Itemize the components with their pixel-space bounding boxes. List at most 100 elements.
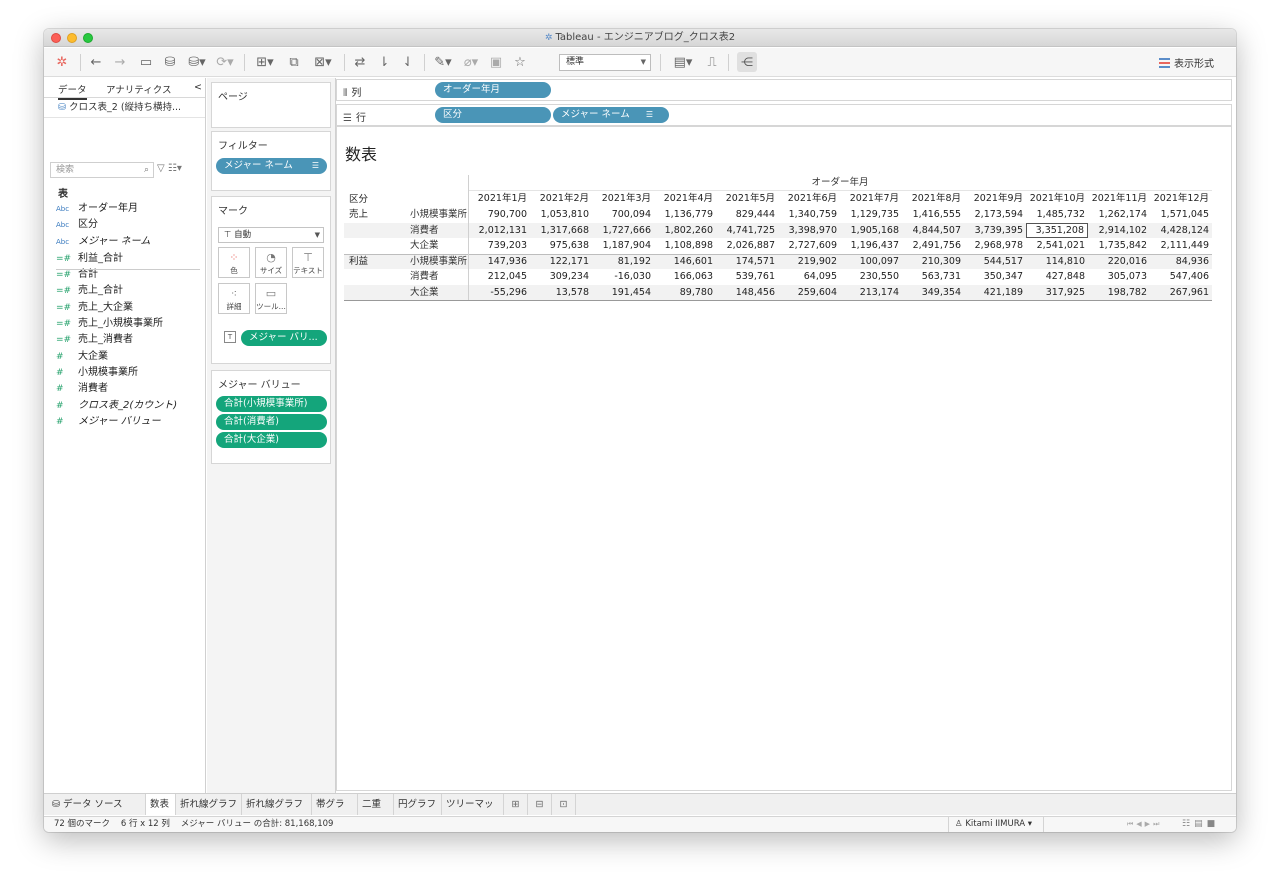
table-cell[interactable]: 219,902 — [778, 254, 840, 270]
table-cell[interactable]: 739,203 — [468, 238, 530, 254]
table-cell[interactable]: 147,936 — [468, 254, 530, 270]
filter-icon[interactable]: ▽ — [157, 163, 165, 174]
field-item[interactable]: =# 売上_小規模事業所 — [56, 316, 201, 332]
table-cell[interactable]: 64,095 — [778, 269, 840, 285]
mv-pill[interactable]: 合計(消費者) — [216, 414, 327, 430]
table-cell[interactable]: 1,129,735 — [840, 207, 902, 223]
field-item[interactable]: Abc 区分 — [56, 217, 201, 233]
size-button[interactable]: ◔ サイズ — [255, 247, 287, 278]
table-cell[interactable]: 4,741,725 — [716, 223, 778, 239]
undo-icon[interactable]: ← — [86, 53, 106, 72]
table-cell[interactable]: 317,925 — [1026, 285, 1088, 301]
maximize-window-button[interactable] — [83, 33, 93, 43]
table-cell[interactable]: 148,456 — [716, 285, 778, 301]
group-members-icon[interactable]: ⌀▾ — [458, 53, 484, 72]
measure-values-card[interactable]: メジャー バリュー 合計(小規模事業所) 合計(消費者) 合計(大企業) — [211, 370, 331, 464]
field-item[interactable]: =# 売上_合計 — [56, 283, 201, 299]
month-header[interactable]: 2021年9月 — [964, 191, 1026, 206]
filters-card[interactable]: フィルター メジャー ネーム ☰ — [211, 131, 331, 191]
pause-updates-icon[interactable]: ⛁▾ — [184, 53, 210, 72]
sheet-tab[interactable]: 二重軸 — [358, 794, 394, 831]
table-cell[interactable]: -55,296 — [468, 285, 530, 301]
fix-axes-icon[interactable]: ☆ — [510, 53, 530, 72]
table-cell[interactable]: 122,171 — [530, 254, 592, 270]
color-button[interactable]: ⁘ 色 — [218, 247, 250, 278]
refresh-icon[interactable]: ⟳▾ — [212, 53, 238, 72]
table-cell[interactable]: 349,354 — [902, 285, 964, 301]
presentation-mode-icon[interactable]: ⎍ — [702, 53, 722, 72]
show-me-button[interactable]: 表示形式 — [1159, 55, 1214, 70]
new-worksheet-icon[interactable]: ⊞ — [504, 794, 528, 815]
minimize-window-button[interactable] — [67, 33, 77, 43]
table-cell[interactable]: 2,968,978 — [964, 238, 1026, 254]
viz-area[interactable]: 数表 オーダー年月 区分 2021年1月 2021年2月 2021年3月 2021年4… — [336, 126, 1232, 791]
close-window-button[interactable] — [51, 33, 61, 43]
table-cell[interactable]: 210,309 — [902, 254, 964, 270]
table-cell[interactable]: 544,517 — [964, 254, 1026, 270]
field-item[interactable]: # 消費者 — [56, 381, 201, 397]
sheet-tab[interactable]: ツリーマップ — [442, 794, 504, 831]
tab-data-source[interactable]: ⛁ データ ソース — [48, 794, 146, 815]
columns-shelf[interactable]: ⦀ 列 オーダー年月 — [336, 79, 1232, 101]
marks-pill-measure-values[interactable]: メジャー バリ... — [241, 330, 327, 346]
table-cell[interactable]: 2,727,609 — [778, 238, 840, 254]
detail-button[interactable]: ⁖ 詳細 — [218, 283, 250, 314]
table-cell[interactable]: 547,406 — [1150, 269, 1212, 285]
datasource-item[interactable]: ⛁ クロス表_2 (縦持ち横持... — [44, 98, 205, 118]
table-cell[interactable]: 563,731 — [902, 269, 964, 285]
row-measure-label[interactable]: 消費者 — [410, 223, 439, 239]
sheet-tab[interactable]: 折れ線グラフ_2 — [242, 794, 312, 831]
table-cell[interactable]: 421,189 — [964, 285, 1026, 301]
table-cell[interactable]: 2,491,756 — [902, 238, 964, 254]
tableau-start-icon[interactable]: ✲ — [52, 53, 72, 72]
month-header[interactable]: 2021年4月 — [654, 191, 716, 206]
mv-pill[interactable]: 合計(大企業) — [216, 432, 327, 448]
table-cell[interactable]: 1,196,437 — [840, 238, 902, 254]
marks-card[interactable]: マーク ⊤ 自動 ▼ ⁘ 色 ◔ サイズ ⊤ テキスト ⁖ 詳細 ▭ ツール... T メジ… — [211, 196, 331, 364]
table-cell[interactable]: 1,340,759 — [778, 207, 840, 223]
table-cell[interactable]: 100,097 — [840, 254, 902, 270]
table-cell[interactable]: 267,961 — [1150, 285, 1212, 301]
table-cell[interactable]: 790,700 — [468, 207, 530, 223]
month-header[interactable]: 2021年8月 — [902, 191, 964, 206]
table-cell[interactable]: 1,262,174 — [1088, 207, 1150, 223]
rows-shelf[interactable]: ☰ 行 区分 メジャー ネーム ☰ — [336, 104, 1232, 126]
table-cell[interactable]: 1,317,668 — [530, 223, 592, 239]
sort-ascending-icon[interactable]: ⇂ — [374, 53, 394, 72]
table-cell[interactable]: 700,094 — [592, 207, 654, 223]
table-cell[interactable]: 212,045 — [468, 269, 530, 285]
table-cell[interactable]: 4,844,507 — [902, 223, 964, 239]
row-measure-label[interactable]: 大企業 — [410, 238, 439, 254]
row-measure-label[interactable]: 小規模事業所 — [410, 207, 467, 223]
table-cell[interactable]: 3,398,970 — [778, 223, 840, 239]
table-cell[interactable]: -16,030 — [592, 269, 654, 285]
table-cell[interactable]: 174,571 — [716, 254, 778, 270]
show-cards-icon[interactable]: ▤▾ — [668, 53, 698, 72]
table-cell[interactable]: 2,012,131 — [468, 223, 530, 239]
duplicate-sheet-icon[interactable]: ⧉ — [284, 53, 304, 72]
table-cell[interactable]: 114,810 — [1026, 254, 1088, 270]
table-cell[interactable]: 975,638 — [530, 238, 592, 254]
month-header[interactable]: 2021年6月 — [778, 191, 840, 206]
table-cell[interactable]: 3,351,208 — [1026, 222, 1088, 238]
fit-select[interactable]: 標準 ▼ — [559, 54, 651, 71]
table-cell[interactable]: 350,347 — [964, 269, 1026, 285]
table-cell[interactable]: 427,848 — [1026, 269, 1088, 285]
columns-pill-order-month[interactable]: オーダー年月 — [435, 82, 551, 98]
month-header[interactable]: 2021年11月 — [1088, 191, 1150, 206]
user-menu[interactable]: ♙ Kitami IIMURA ▾ — [948, 817, 1044, 832]
table-cell[interactable]: 220,016 — [1088, 254, 1150, 270]
field-item[interactable]: =# 売上_消費者 — [56, 332, 201, 348]
table-cell[interactable]: 230,550 — [840, 269, 902, 285]
view-toggle-icons[interactable]: ☷▤■ — [1182, 817, 1219, 832]
table-cell[interactable]: 1,416,555 — [902, 207, 964, 223]
sheet-tab[interactable]: 帯グラフ — [312, 794, 358, 831]
table-cell[interactable]: 3,739,395 — [964, 223, 1026, 239]
table-cell[interactable]: 1,108,898 — [654, 238, 716, 254]
row-group-label[interactable]: 売上 — [349, 207, 368, 223]
table-cell[interactable]: 4,428,124 — [1150, 223, 1212, 239]
table-cell[interactable]: 829,444 — [716, 207, 778, 223]
tab-analytics[interactable]: アナリティクス — [106, 82, 171, 96]
highlight-icon[interactable]: ✎▾ — [430, 53, 456, 72]
month-header[interactable]: 2021年5月 — [716, 191, 778, 206]
